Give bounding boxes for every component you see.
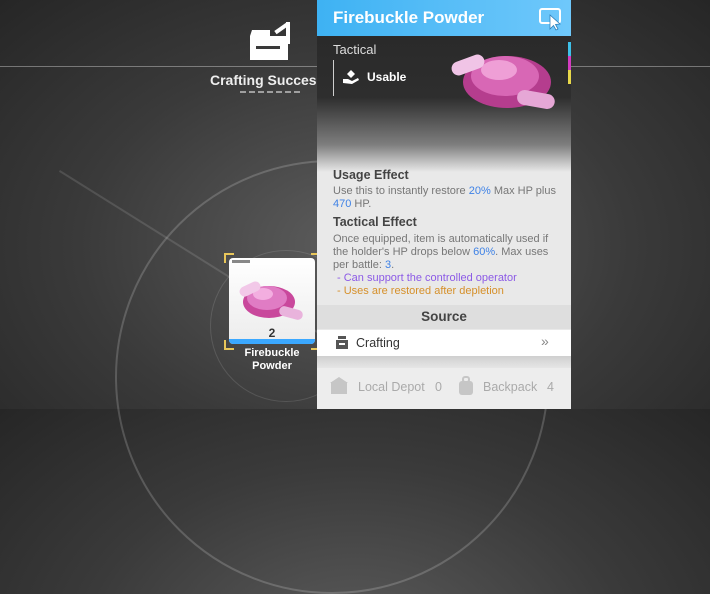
usage-effect-heading: Usage Effect xyxy=(333,168,409,182)
item-card[interactable]: 2 xyxy=(229,258,315,344)
backpack-icon xyxy=(459,376,473,395)
usage-effect-text: Use this to instantly restore 20% Max HP… xyxy=(333,185,556,210)
backpack-label: Backpack xyxy=(483,380,538,394)
item-detail-panel: Firebuckle Powder Tactical Usable Usage … xyxy=(317,0,571,409)
panel-title: Firebuckle Powder xyxy=(333,8,485,27)
item-status: Usable xyxy=(367,70,407,84)
item-card-name: Firebuckle Powder xyxy=(244,347,300,372)
category-divider xyxy=(333,60,334,96)
item-category: Tactical xyxy=(333,42,377,57)
crafting-box-icon xyxy=(250,22,290,60)
note-uses-restored: - Uses are restored after depletion xyxy=(337,285,504,297)
source-heading: Source xyxy=(317,305,571,329)
source-crafting-label: Crafting xyxy=(356,336,400,350)
source-crafting-row[interactable]: Crafting » xyxy=(317,330,571,356)
color-strip-yellow xyxy=(568,70,571,84)
pointer-cursor-icon[interactable] xyxy=(539,7,565,31)
depot-icon xyxy=(330,377,348,394)
powder-item-image xyxy=(239,281,303,320)
crafting-success-underline xyxy=(240,91,300,93)
inventory-footer: Local Depot 0 Backpack 4 xyxy=(317,368,571,409)
card-rarity-mark xyxy=(232,260,250,263)
item-count: 2 xyxy=(268,326,276,340)
tactical-effect-heading: Tactical Effect xyxy=(333,215,417,229)
local-depot-count: 0 xyxy=(435,380,442,394)
item-card-bar xyxy=(229,339,315,344)
list-divider xyxy=(317,356,571,368)
chevron-right-icon: » xyxy=(541,333,549,349)
local-depot-label: Local Depot xyxy=(358,380,425,394)
color-strip-magenta xyxy=(568,56,571,70)
powder-item-image xyxy=(451,54,555,109)
crafting-station-icon xyxy=(336,336,348,349)
use-hand-icon xyxy=(343,70,359,84)
tactical-effect-text: Once equipped, item is automatically use… xyxy=(333,233,549,271)
backpack-count: 4 xyxy=(547,380,554,394)
color-strip-cyan xyxy=(568,42,571,56)
crafting-success-label: Crafting Success xyxy=(210,72,325,88)
note-support-operator: - Can support the controlled operator xyxy=(337,272,517,284)
